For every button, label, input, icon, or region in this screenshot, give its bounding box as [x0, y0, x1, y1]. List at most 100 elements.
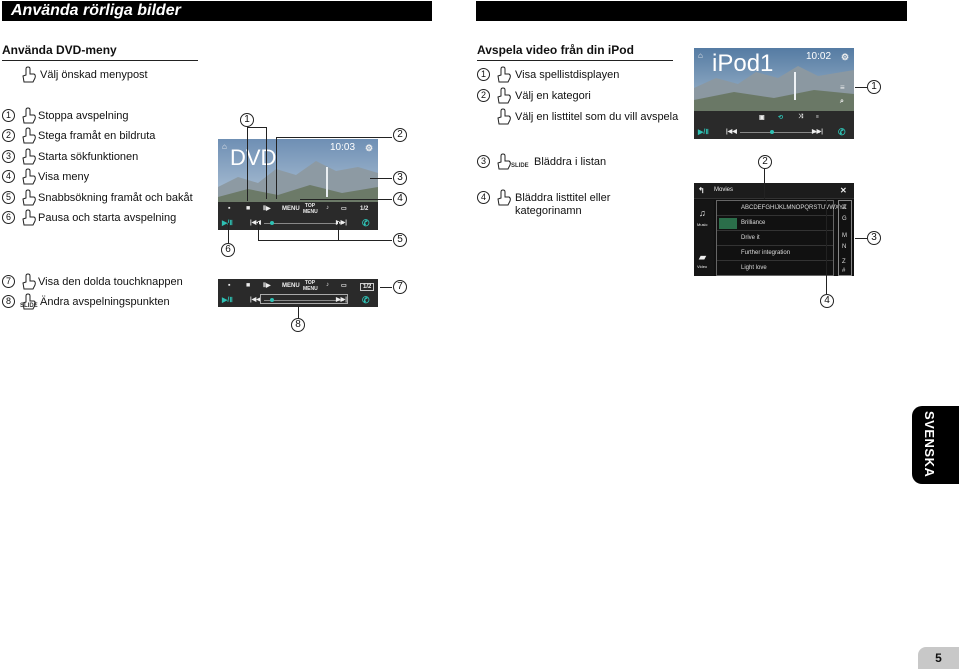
ipod-callout-4: 4: [820, 294, 834, 308]
dvd-screen: DVD 10:03 ⚙ ⌂ ▪ ■ Ⅱ▶ MENU TOP MENU ♪ ▭ 1…: [218, 139, 378, 230]
video-icon[interactable]: ▣: [759, 114, 765, 121]
home-icon[interactable]: ⌂: [698, 51, 703, 60]
list-header: ↰ Movies ✕: [694, 183, 854, 199]
list-item[interactable]: ABCDEFGHIJKLMNOPQRSTUVWXYZ: [717, 201, 847, 216]
progress-thumb[interactable]: [770, 130, 774, 134]
play-pause-button[interactable]: ▶/Ⅱ: [222, 296, 233, 304]
circle-number: 1: [2, 109, 15, 122]
music-icon[interactable]: ♫: [699, 208, 706, 218]
hidden-touch-bar: ▪ ■ Ⅱ▶ MENU TOP MENU ♪ ▭ 1/2 ▶/Ⅱ |◀◀ ▶▶|…: [218, 279, 378, 307]
phone-icon[interactable]: ✆: [362, 295, 370, 306]
progress-track[interactable]: [264, 223, 344, 224]
menu-row-text: Välj önskad menypost: [40, 69, 148, 81]
callout-3: 3: [393, 171, 407, 185]
dvd-control-bar: ▪ ■ Ⅱ▶ MENU TOP MENU ♪ ▭ 1/2 ▶/Ⅱ |◀◀ ▶▶|…: [218, 202, 378, 230]
page-indicator[interactable]: 1/2: [360, 283, 375, 291]
prev-chapter-icon[interactable]: ▪: [228, 205, 230, 212]
progress-thumb[interactable]: [270, 298, 274, 302]
section-rule: [477, 60, 673, 61]
subtitle-icon[interactable]: ▭: [341, 205, 347, 212]
callout-6: 6: [221, 243, 235, 257]
list-item-text: Starta sökfunktionen: [38, 151, 139, 163]
section-rule: [2, 60, 198, 61]
index-letter[interactable]: A: [842, 205, 846, 211]
gear-icon[interactable]: ⚙: [365, 143, 373, 154]
search-icon[interactable]: ♪: [326, 205, 329, 211]
list-item-text: Visa meny: [38, 171, 90, 183]
callout-line: [247, 127, 248, 201]
index-bar[interactable]: A G M N Z #: [838, 200, 852, 276]
list-item-text: Välj en kategori: [515, 90, 591, 102]
close-icon[interactable]: ✕: [840, 186, 847, 195]
speed-icon[interactable]: ≡: [816, 114, 819, 120]
callout-line: [298, 306, 299, 318]
callout-4: 4: [393, 192, 407, 206]
top-menu-button[interactable]: TOP MENU: [303, 280, 318, 292]
index-letter[interactable]: G: [842, 216, 847, 222]
list-item-text: kategorinamn: [515, 205, 582, 217]
callout-line: [276, 137, 277, 199]
clock-time: 10:03: [330, 142, 356, 153]
ipod-callout-1: 1: [867, 80, 881, 94]
thumbnail: [719, 218, 737, 229]
back-icon[interactable]: ↰: [698, 186, 705, 195]
phone-icon[interactable]: ✆: [362, 218, 370, 229]
prev-chapter-icon[interactable]: ▪: [228, 282, 230, 289]
playlist-icon[interactable]: ≡: [840, 83, 845, 92]
section-title-dvd: Använda DVD-meny: [2, 43, 117, 57]
touch-hand-icon: [22, 273, 36, 290]
circle-number: 2: [477, 89, 490, 102]
rewind-icon[interactable]: |◀◀: [250, 219, 261, 226]
ipod-callout-2: 2: [758, 155, 772, 169]
repeat-icon[interactable]: ⟲: [778, 114, 783, 121]
list-item[interactable]: Further integration: [717, 246, 833, 261]
menu-button[interactable]: MENU: [282, 283, 300, 289]
category-label[interactable]: Music: [697, 222, 707, 227]
list-item[interactable]: Light love: [717, 261, 833, 276]
callout-line: [258, 222, 259, 240]
category-label[interactable]: Video: [697, 264, 707, 269]
callout-line: [276, 137, 392, 138]
progress-track[interactable]: [264, 300, 344, 301]
rewind-icon[interactable]: |◀◀: [726, 128, 737, 135]
phone-icon[interactable]: ✆: [838, 127, 846, 138]
progress-track[interactable]: [740, 132, 820, 133]
list-item-text: Pausa och starta avspelning: [38, 212, 177, 224]
top-menu-button[interactable]: TOP MENU: [303, 203, 318, 215]
touch-hand-icon: [22, 189, 36, 206]
ipod-callout-3: 3: [867, 231, 881, 245]
touch-hand-icon: [22, 66, 36, 83]
language-tab-text: SVENSKA: [922, 411, 937, 478]
index-letter[interactable]: M: [842, 233, 847, 239]
search-icon[interactable]: ⌕: [840, 98, 844, 106]
gear-icon[interactable]: ⚙: [841, 52, 849, 63]
progress-thumb[interactable]: [270, 221, 274, 225]
subtitle-icon[interactable]: ▭: [341, 282, 347, 289]
callout-line: [258, 240, 392, 241]
menu-button[interactable]: MENU: [282, 206, 300, 212]
slide-label: SLIDE: [511, 163, 529, 169]
callout-line: [247, 127, 267, 128]
step-icon[interactable]: Ⅱ▶: [263, 205, 271, 212]
index-letter[interactable]: N: [842, 244, 846, 250]
list-item-text: Brilliance: [741, 220, 766, 226]
list-item[interactable]: Drive it: [717, 231, 833, 246]
shuffle-icon[interactable]: ⤨: [798, 114, 803, 121]
slide-label: SLIDE: [20, 303, 38, 309]
list-item[interactable]: Brilliance: [717, 216, 833, 231]
play-pause-button[interactable]: ▶/Ⅱ: [698, 128, 709, 136]
step-icon[interactable]: Ⅱ▶: [263, 282, 271, 289]
video-icon[interactable]: ▰: [699, 252, 706, 263]
callout-line: [228, 223, 229, 243]
search-icon[interactable]: ♪: [326, 282, 329, 288]
stop-icon[interactable]: ■: [246, 205, 250, 212]
page-indicator[interactable]: 1/2: [360, 206, 368, 212]
index-letter[interactable]: Z: [842, 259, 846, 265]
stop-icon[interactable]: ■: [246, 282, 250, 289]
fast-forward-icon[interactable]: ▶▶|: [812, 128, 823, 135]
circle-number: 7: [2, 275, 15, 288]
callout-line: [764, 169, 765, 199]
index-letter[interactable]: #: [842, 268, 845, 274]
home-icon[interactable]: ⌂: [222, 142, 227, 151]
fast-forward-icon[interactable]: ▶▶|: [336, 296, 347, 303]
